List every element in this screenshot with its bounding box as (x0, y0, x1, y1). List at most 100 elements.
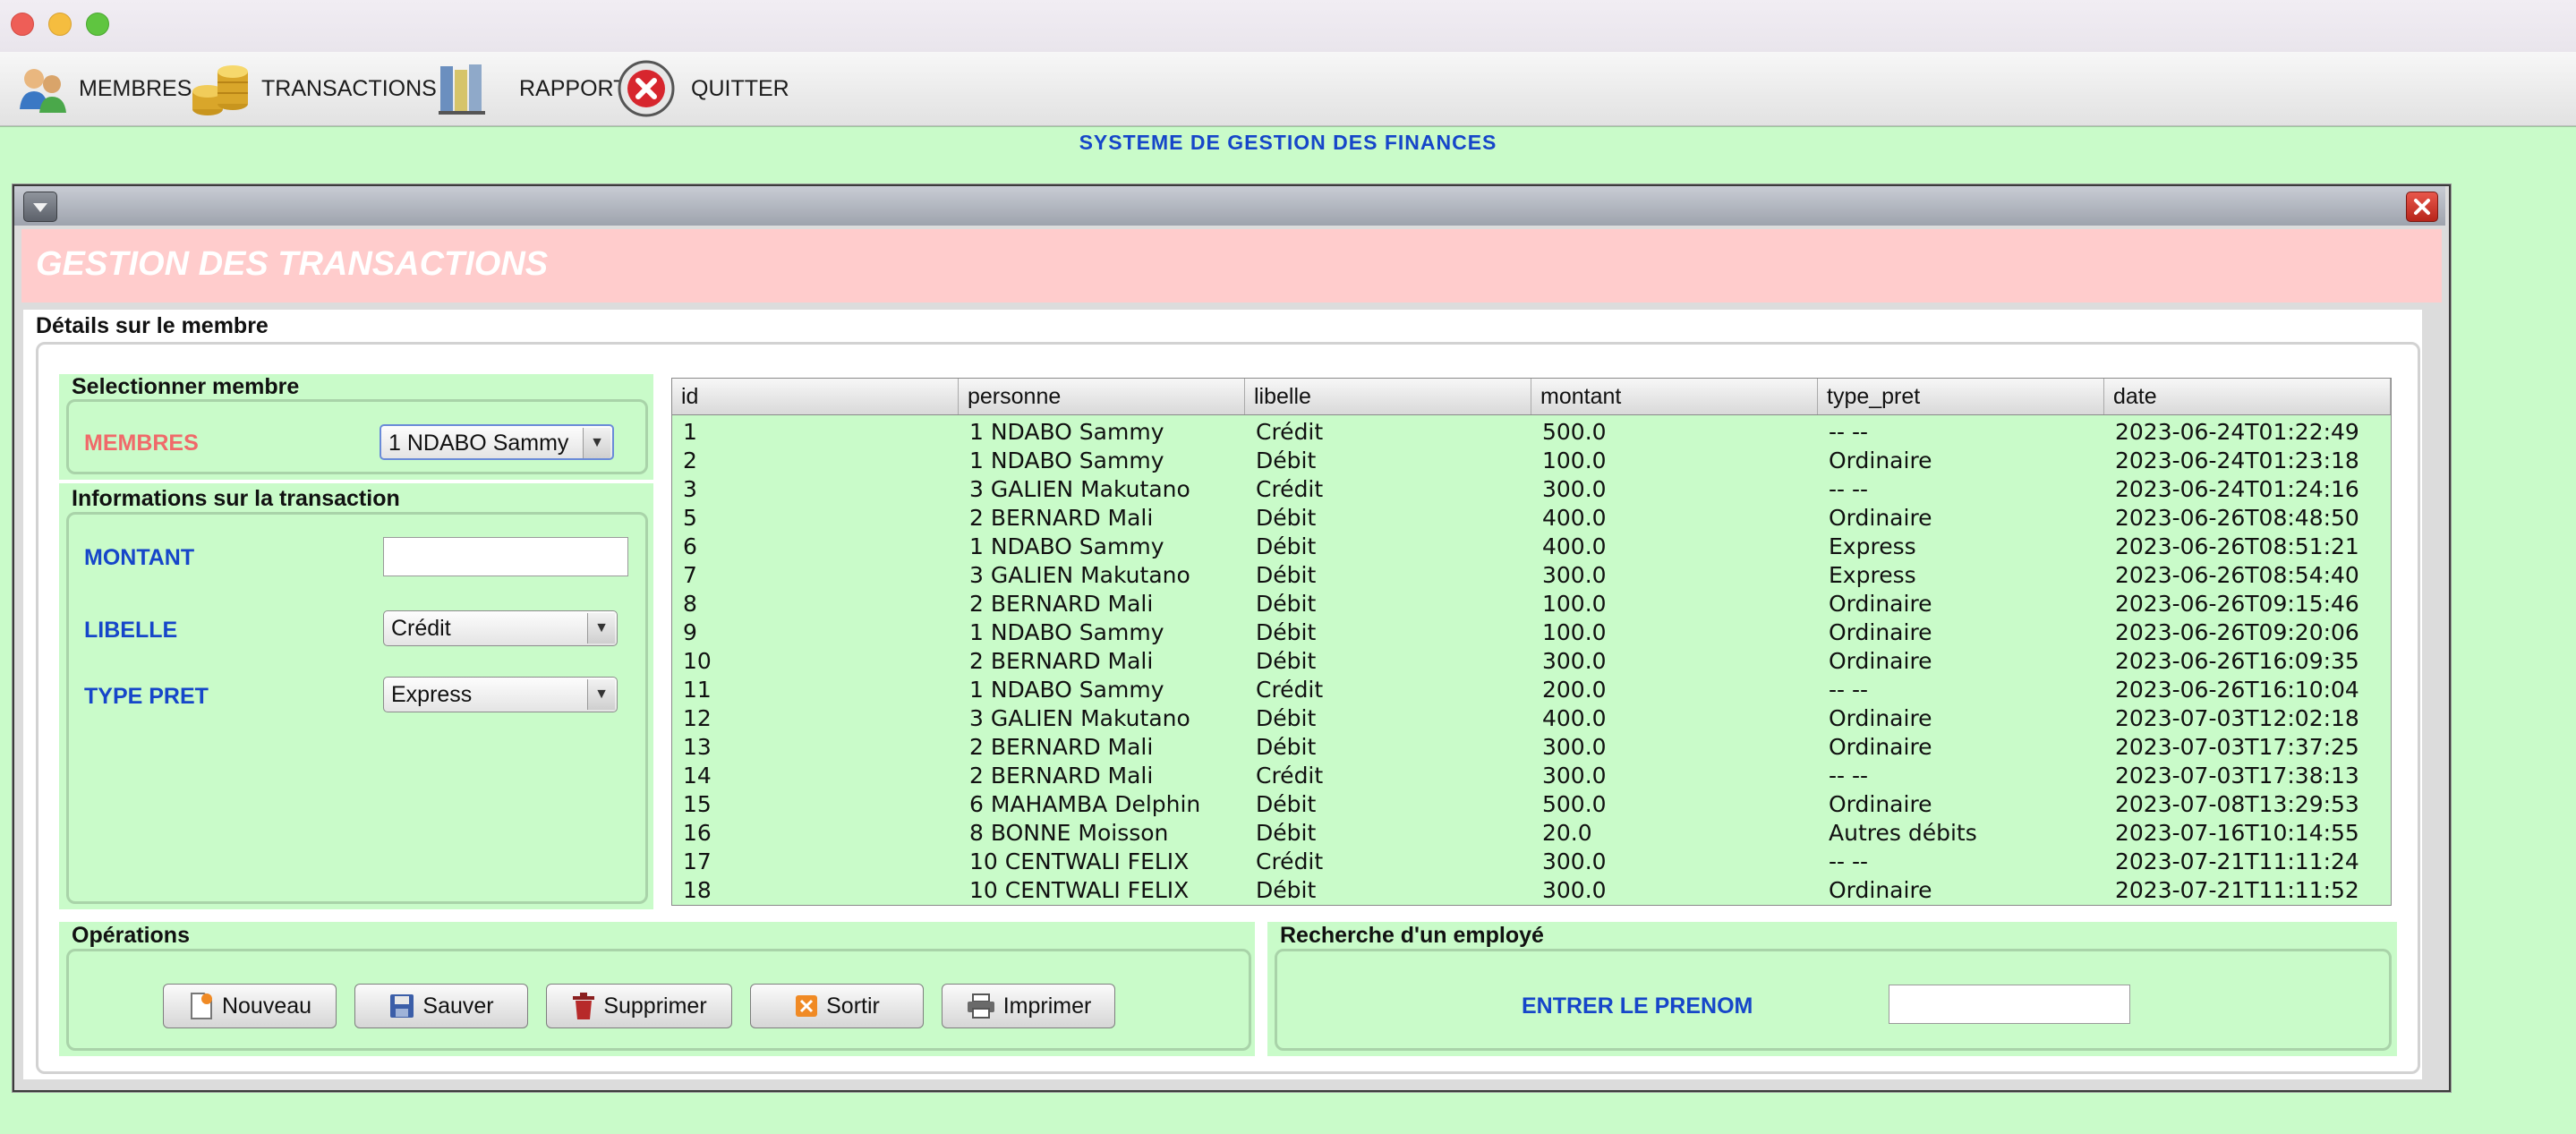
column-header-date[interactable]: date (2104, 379, 2391, 414)
table-row[interactable]: 11 1 NDABO Sammy Crédit 200.0 -- -- 2023-06-2… (672, 676, 2391, 704)
table-cell-type-pret: Ordinaire (1829, 505, 1932, 531)
table-cell-id: 12 (683, 705, 712, 731)
supprimer-button[interactable]: Supprimer (546, 984, 732, 1028)
table-cell-libelle: Crédit (1256, 677, 1324, 703)
transactions-table[interactable]: id personne libelle montant type_pret date 11… (671, 378, 2392, 906)
table-cell-libelle: Débit (1256, 791, 1317, 817)
table-cell-montant: 100.0 (1542, 591, 1607, 617)
table-cell-personne: 1 NDABO Sammy (969, 677, 1164, 703)
table-cell-montant: 500.0 (1542, 791, 1607, 817)
table-cell-montant: 400.0 (1542, 705, 1607, 731)
table-row[interactable]: 9 1 NDABO Sammy Débit 100.0 Ordinaire 2023-06… (672, 618, 2391, 647)
table-cell-montant: 20.0 (1542, 820, 1592, 846)
dropdown-arrow-icon: ▼ (587, 613, 615, 644)
table-row[interactable]: 17 10 CENTWALI FELIX Crédit 300.0 -- -- 2023-… (672, 848, 2391, 876)
menu-quitter-label: QUITTER (691, 75, 789, 101)
table-row[interactable]: 12 3 GALIEN Makutano Débit 400.0 Ordinaire 20… (672, 704, 2391, 733)
table-row[interactable]: 13 2 BERNARD Mali Débit 300.0 Ordinaire 2023-… (672, 733, 2391, 762)
table-cell-date: 2023-06-26T09:15:46 (2115, 591, 2359, 617)
table-cell-personne: 6 MAHAMBA Delphin (969, 791, 1201, 817)
table-row[interactable]: 18 10 CENTWALI FELIX Débit 300.0 Ordinaire 20… (672, 876, 2391, 905)
table-row[interactable]: 3 3 GALIEN Makutano Crédit 300.0 -- -- 2023-0… (672, 475, 2391, 504)
table-row[interactable]: 16 8 BONNE Moisson Débit 20.0 Autres débits 2… (672, 819, 2391, 848)
table-cell-type-pret: Ordinaire (1829, 448, 1932, 473)
table-cell-type-pret: Ordinaire (1829, 705, 1932, 731)
membres-select[interactable]: 1 NDABO Sammy ▼ (380, 424, 614, 460)
sauver-button[interactable]: Sauver (354, 984, 528, 1028)
printer-icon (967, 993, 994, 1019)
menu-transactions-label: TRANSACTIONS (261, 75, 437, 101)
table-row[interactable]: 14 2 BERNARD Mali Crédit 300.0 -- -- 2023-07-… (672, 762, 2391, 790)
table-cell-date: 2023-06-24T01:23:18 (2115, 448, 2359, 473)
table-cell-libelle: Débit (1256, 562, 1317, 588)
montant-input[interactable] (383, 537, 628, 576)
table-cell-id: 9 (683, 619, 697, 645)
table-cell-id: 16 (683, 820, 712, 846)
table-cell-type-pret: Ordinaire (1829, 734, 1932, 760)
nouveau-button[interactable]: Nouveau (163, 984, 337, 1028)
table-cell-montant: 400.0 (1542, 505, 1607, 531)
table-row[interactable]: 2 1 NDABO Sammy Débit 100.0 Ordinaire 2023-06… (672, 447, 2391, 475)
table-cell-personne: 3 GALIEN Makutano (969, 562, 1190, 588)
menu-quitter[interactable]: QUITTER (618, 52, 789, 125)
table-cell-personne: 2 BERNARD Mali (969, 648, 1154, 674)
details-label: Détails sur le membre (36, 313, 269, 338)
prenom-search-input[interactable] (1889, 985, 2130, 1024)
close-window-button[interactable] (11, 13, 34, 36)
table-cell-personne: 3 GALIEN Makutano (969, 705, 1190, 731)
type-pret-select[interactable]: Express ▼ (383, 677, 618, 712)
table-cell-id: 10 (683, 648, 712, 674)
table-cell-date: 2023-06-26T16:10:04 (2115, 677, 2359, 703)
menu-membres[interactable]: MEMBRES (14, 52, 192, 125)
table-cell-id: 6 (683, 533, 697, 559)
table-cell-personne: 3 GALIEN Makutano (969, 476, 1190, 502)
frame-title: GESTION DES TRANSACTIONS (36, 245, 549, 283)
column-header-personne[interactable]: personne (959, 379, 1245, 414)
save-icon (390, 994, 414, 1018)
table-cell-id: 5 (683, 505, 697, 531)
menu-rapports[interactable]: RAPPORTS (437, 52, 642, 125)
table-row[interactable]: 15 6 MAHAMBA Delphin Débit 500.0 Ordinaire 20… (672, 790, 2391, 819)
table-cell-personne: 2 BERNARD Mali (969, 591, 1154, 617)
sortir-button[interactable]: Sortir (750, 984, 924, 1028)
table-row[interactable]: 5 2 BERNARD Mali Débit 400.0 Ordinaire 2023-0… (672, 504, 2391, 533)
table-cell-type-pret: Express (1829, 533, 1916, 559)
users-icon (20, 69, 66, 113)
table-cell-libelle: Débit (1256, 505, 1317, 531)
table-cell-type-pret: Ordinaire (1829, 877, 1932, 903)
column-header-id[interactable]: id (672, 379, 959, 414)
libelle-label: LIBELLE (84, 618, 178, 643)
sauver-label: Sauver (422, 993, 494, 1019)
imprimer-button[interactable]: Imprimer (942, 984, 1115, 1028)
zoom-window-button[interactable] (86, 13, 109, 36)
dropdown-arrow-icon: ▼ (587, 679, 615, 710)
minimize-window-button[interactable] (48, 13, 72, 36)
table-row[interactable]: 6 1 NDABO Sammy Débit 400.0 Express 2023-06-2… (672, 533, 2391, 561)
column-header-libelle[interactable]: libelle (1245, 379, 1531, 414)
table-cell-personne: 1 NDABO Sammy (969, 419, 1164, 445)
table-cell-libelle: Débit (1256, 877, 1317, 903)
collapse-button[interactable] (23, 192, 57, 222)
table-row[interactable]: 1 1 NDABO Sammy Crédit 500.0 -- -- 2023-06-24… (672, 418, 2391, 447)
table-row[interactable]: 10 2 BERNARD Mali Débit 300.0 Ordinaire 2023-… (672, 647, 2391, 676)
column-header-type-pret[interactable]: type_pret (1818, 379, 2104, 414)
table-cell-libelle: Crédit (1256, 848, 1324, 874)
libelle-select[interactable]: Crédit ▼ (383, 610, 618, 646)
internal-frame-titlebar[interactable] (14, 186, 2445, 226)
table-row[interactable]: 8 2 BERNARD Mali Débit 100.0 Ordinaire 2023-0… (672, 590, 2391, 618)
table-cell-date: 2023-07-03T17:38:13 (2115, 763, 2359, 789)
table-cell-date: 2023-06-26T08:48:50 (2115, 505, 2359, 531)
menu-transactions[interactable]: TRANSACTIONS (190, 52, 437, 125)
table-cell-montant: 100.0 (1542, 448, 1607, 473)
quit-icon (618, 60, 675, 117)
table-cell-type-pret: -- -- (1829, 677, 1869, 703)
table-row[interactable]: 7 3 GALIEN Makutano Débit 300.0 Express 2023-… (672, 561, 2391, 590)
table-cell-personne: 10 CENTWALI FELIX (969, 877, 1190, 903)
column-header-montant[interactable]: montant (1531, 379, 1818, 414)
frame-close-button[interactable] (2406, 192, 2438, 222)
table-cell-type-pret: -- -- (1829, 848, 1869, 874)
table-cell-libelle: Crédit (1256, 763, 1324, 789)
supprimer-label: Supprimer (603, 993, 707, 1019)
window-titlebar (0, 0, 2576, 52)
table-cell-montant: 500.0 (1542, 419, 1607, 445)
